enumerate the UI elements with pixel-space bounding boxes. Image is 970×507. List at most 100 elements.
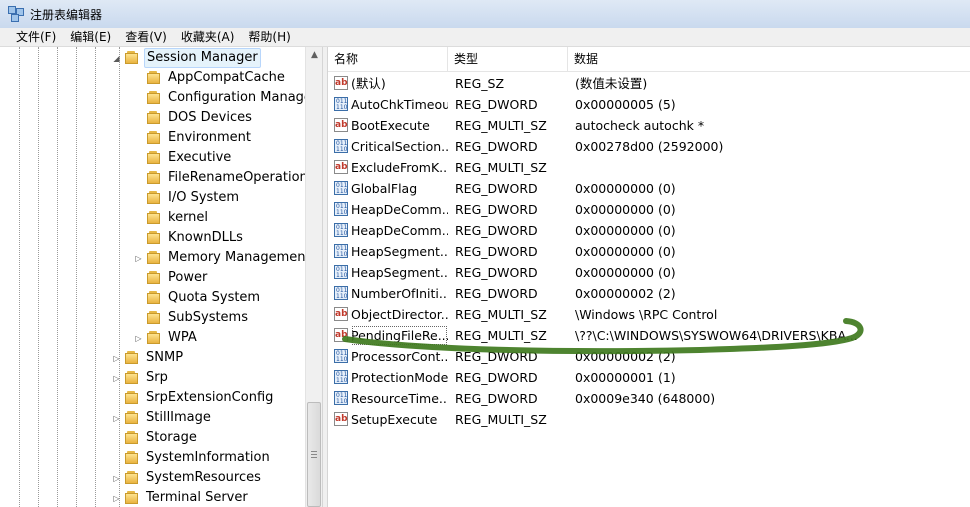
tree-expander-icon[interactable] xyxy=(134,234,143,243)
tree-node[interactable]: kernel xyxy=(134,208,210,228)
value-type: REG_DWORD xyxy=(455,391,538,406)
table-row[interactable]: 011 110 AutoChkTimeout REG_DWORD 0x00000005… xyxy=(328,94,970,115)
tree-node[interactable]: KnownDLLs xyxy=(134,228,245,248)
tree-node[interactable]: DOS Devices xyxy=(134,108,254,128)
tree-node-label: Quota System xyxy=(168,290,261,305)
value-name: HeapSegment... xyxy=(351,244,448,259)
table-row[interactable]: ab ObjectDirector... REG_MULTI_SZ \Windows … xyxy=(328,304,970,325)
tree-expander-icon[interactable]: ▷ xyxy=(112,374,121,383)
tree-guide-line xyxy=(76,47,77,507)
value-data xyxy=(575,409,965,430)
tree-node[interactable]: ▷ StillImage xyxy=(112,408,213,428)
table-row[interactable]: 011 110 CriticalSection... REG_DWORD 0x0027… xyxy=(328,136,970,157)
tree-node[interactable]: ▷ Terminal Server xyxy=(112,488,250,507)
tree-guide-line xyxy=(57,47,58,507)
tree-expander-icon[interactable] xyxy=(112,454,121,463)
tree-expander-icon[interactable]: ▷ xyxy=(112,354,121,363)
column-header-name[interactable]: 名称 xyxy=(328,47,448,71)
table-row[interactable]: 011 110 ResourceTime... REG_DWORD 0x0009e34… xyxy=(328,388,970,409)
tree-expander-icon[interactable]: ▷ xyxy=(112,494,121,503)
tree-node[interactable]: Quota System xyxy=(134,288,262,308)
tree-node[interactable]: SrpExtensionConfig xyxy=(112,388,275,408)
tree-expander-icon[interactable]: ◢ xyxy=(112,54,121,63)
table-row[interactable]: 011 110 ProcessorCont... REG_DWORD 0x000000… xyxy=(328,346,970,367)
folder-icon xyxy=(147,171,161,185)
tree-scrollbar[interactable]: ▲ xyxy=(305,47,323,507)
table-row[interactable]: ab PendingFileRe... REG_MULTI_SZ \??\C:\WIN… xyxy=(328,325,970,346)
tree-node[interactable]: Configuration Manager xyxy=(134,88,319,108)
tree-node[interactable]: ▷ SystemResources xyxy=(112,468,263,488)
value-icon-glyph: 011 110 xyxy=(336,266,348,279)
tree-node[interactable]: ◢ Session Manager xyxy=(112,48,261,68)
tree-expander-icon[interactable] xyxy=(134,74,143,83)
scroll-thumb[interactable] xyxy=(307,402,321,507)
table-row[interactable]: 011 110 ProtectionMode REG_DWORD 0x00000001… xyxy=(328,367,970,388)
tree-node[interactable]: ▷ Memory Management xyxy=(134,248,313,268)
binary-value-icon: 011 110 xyxy=(334,139,348,153)
tree-expander-icon[interactable] xyxy=(134,94,143,103)
tree-expander-icon[interactable] xyxy=(134,274,143,283)
value-icon-glyph: ab xyxy=(335,309,348,319)
scroll-up-arrow-icon[interactable]: ▲ xyxy=(306,47,323,64)
menu-item-0[interactable]: 文件(F) xyxy=(0,28,63,46)
tree-expander-icon[interactable] xyxy=(112,394,121,403)
tree-node[interactable]: ▷ WPA xyxy=(134,328,199,348)
tree-expander-icon[interactable] xyxy=(134,214,143,223)
string-value-icon: ab xyxy=(334,160,348,174)
table-row[interactable]: 011 110 HeapDeComm... REG_DWORD 0x00000000 … xyxy=(328,199,970,220)
folder-icon xyxy=(147,91,161,105)
string-value-icon: ab xyxy=(334,76,348,90)
folder-icon xyxy=(147,231,161,245)
table-row[interactable]: 011 110 HeapDeComm... REG_DWORD 0x00000000 … xyxy=(328,220,970,241)
tree-node[interactable]: AppCompatCache xyxy=(134,68,287,88)
tree-node-label: Srp xyxy=(146,370,168,385)
table-row[interactable]: ab BootExecute REG_MULTI_SZ autocheck autoc… xyxy=(328,115,970,136)
menu-item-3[interactable]: 收藏夹(A) xyxy=(174,28,242,46)
tree-expander-icon[interactable] xyxy=(134,114,143,123)
menu-item-1[interactable]: 编辑(E) xyxy=(63,28,118,46)
registry-key-tree: ◢ Session Manager AppCompatCache Configurat… xyxy=(0,47,322,507)
table-row[interactable]: 011 110 HeapSegment... REG_DWORD 0x00000000… xyxy=(328,262,970,283)
tree-node-label: SubSystems xyxy=(168,310,248,325)
tree-expander-icon[interactable]: ▷ xyxy=(112,474,121,483)
tree-node[interactable]: Executive xyxy=(134,148,233,168)
tree-node[interactable]: Environment xyxy=(134,128,253,148)
table-row[interactable]: ab SetupExecute REG_MULTI_SZ xyxy=(328,409,970,430)
tree-expander-icon[interactable]: ▷ xyxy=(112,414,121,423)
menu-item-4[interactable]: 帮助(H) xyxy=(241,28,297,46)
tree-node-label: SystemResources xyxy=(146,470,261,485)
menu-item-2[interactable]: 查看(V) xyxy=(118,28,174,46)
tree-node-label: Environment xyxy=(168,130,252,145)
table-row[interactable]: 011 110 NumberOfIniti... REG_DWORD 0x000000… xyxy=(328,283,970,304)
tree-expander-icon[interactable]: ▷ xyxy=(134,334,143,343)
tree-expander-icon[interactable] xyxy=(134,134,143,143)
tree-node-label: StillImage xyxy=(146,410,211,425)
value-type: REG_MULTI_SZ xyxy=(455,328,547,343)
tree-expander-icon[interactable] xyxy=(112,434,121,443)
value-data: 0x00000000 (0) xyxy=(575,181,676,196)
value-name: ExcludeFromK... xyxy=(351,160,448,175)
value-name: SetupExecute xyxy=(351,412,438,427)
tree-expander-icon[interactable] xyxy=(134,154,143,163)
tree-expander-icon[interactable] xyxy=(134,194,143,203)
tree-node[interactable]: FileRenameOperations xyxy=(134,168,317,188)
tree-expander-icon[interactable] xyxy=(134,174,143,183)
tree-node[interactable]: I/O System xyxy=(134,188,241,208)
tree-expander-icon[interactable]: ▷ xyxy=(134,254,143,263)
tree-expander-icon[interactable] xyxy=(134,294,143,303)
tree-expander-icon[interactable] xyxy=(134,314,143,323)
table-row[interactable]: 011 110 HeapSegment... REG_DWORD 0x00000000… xyxy=(328,241,970,262)
tree-node[interactable]: SystemInformation xyxy=(112,448,272,468)
tree-node[interactable]: ▷ Srp xyxy=(112,368,170,388)
table-row[interactable]: 011 110 GlobalFlag REG_DWORD 0x00000000 (0) xyxy=(328,178,970,199)
tree-node[interactable]: Storage xyxy=(112,428,199,448)
column-header-data[interactable]: 数据 xyxy=(568,47,970,71)
binary-value-icon: 011 110 xyxy=(334,265,348,279)
tree-node[interactable]: ▷ SNMP xyxy=(112,348,185,368)
table-row[interactable]: ab (默认) REG_SZ (数值未设置) xyxy=(328,73,970,94)
tree-node[interactable]: SubSystems xyxy=(134,308,250,328)
tree-node[interactable]: Power xyxy=(134,268,209,288)
tree-node-label: Terminal Server xyxy=(146,490,248,505)
table-row[interactable]: ab ExcludeFromK... REG_MULTI_SZ xyxy=(328,157,970,178)
column-header-type[interactable]: 类型 xyxy=(448,47,568,71)
